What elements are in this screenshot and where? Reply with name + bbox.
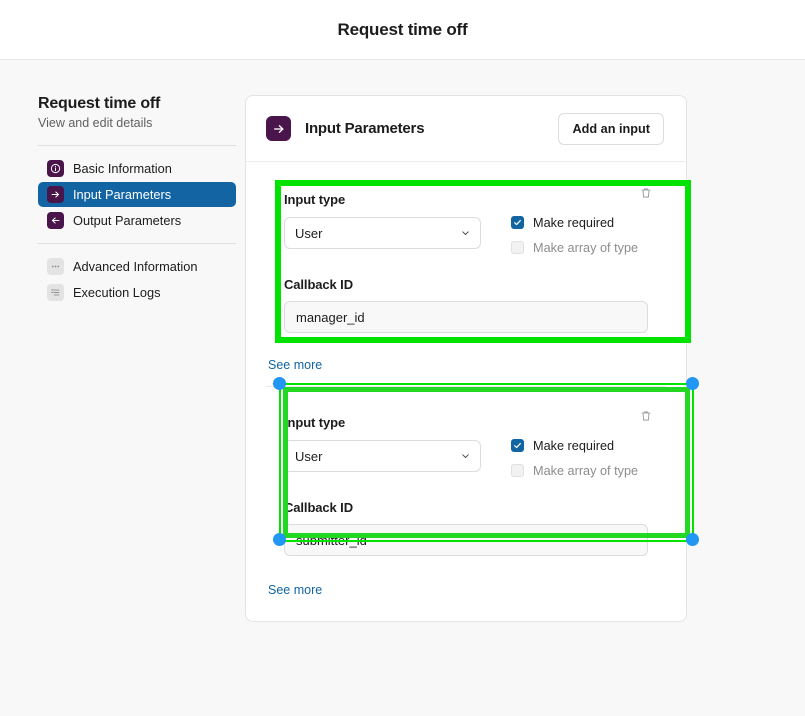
sidebar-item-output-parameters[interactable]: Output Parameters: [38, 208, 236, 233]
input-card-wrapper-1: Input type User Make required Make array…: [246, 162, 691, 351]
list-checks-icon: [47, 284, 64, 301]
info-circle-icon: [47, 160, 64, 177]
make-array-of-type-label: Make array of type: [533, 240, 639, 255]
callback-id-input[interactable]: [284, 524, 648, 556]
sidebar-item-label: Advanced Information: [73, 259, 198, 274]
ellipsis-icon: [47, 258, 64, 275]
see-more-link[interactable]: See more: [268, 358, 322, 372]
arrow-right-icon: [47, 186, 64, 203]
make-array-row: Make array of type: [511, 237, 648, 258]
sidebar-item-execution-logs[interactable]: Execution Logs: [38, 280, 236, 305]
input-card-top-row: Input type User Make required Make array…: [284, 415, 648, 481]
sidebar-item-basic-information[interactable]: Basic Information: [38, 156, 236, 181]
resize-handle-bottom-right[interactable]: [686, 533, 699, 546]
arrow-left-icon: [47, 212, 64, 229]
make-required-label: Make required: [533, 215, 615, 230]
sidebar-subtitle: View and edit details: [38, 116, 153, 130]
make-array-of-type-checkbox[interactable]: [511, 464, 524, 477]
input-options-group: Make required Make array of type: [489, 415, 648, 481]
make-required-checkbox[interactable]: [511, 216, 524, 229]
sidebar-item-label: Input Parameters: [73, 187, 172, 202]
app-header: Request time off: [0, 0, 805, 60]
add-an-input-button[interactable]: Add an input: [558, 112, 664, 145]
input-card: Input type User Make required Make array…: [266, 399, 666, 574]
input-type-selected-value: User: [295, 225, 323, 241]
sidebar-divider-top: [38, 145, 236, 146]
input-card-wrapper-2: Input type User Make required Make array…: [246, 377, 699, 574]
sidebar-nav-group-secondary: Advanced Information Execution Logs: [38, 254, 245, 305]
main-content: Input Parameters Add an input Input type…: [245, 60, 699, 622]
callback-id-label: Callback ID: [284, 277, 353, 292]
input-card: Input type User Make required Make array…: [266, 176, 666, 351]
panel-header: Input Parameters Add an input: [246, 96, 686, 162]
see-more-link[interactable]: See more: [268, 583, 322, 597]
resize-handle-bottom-left[interactable]: [273, 533, 286, 546]
sidebar-item-label: Basic Information: [73, 161, 172, 176]
arrow-right-icon: [266, 116, 291, 141]
chevron-down-icon: [460, 451, 471, 462]
make-required-label: Make required: [533, 438, 615, 453]
make-required-row: Make required: [511, 435, 648, 456]
sidebar-nav-group-primary: Basic Information Input Parameters Outpu…: [38, 156, 245, 233]
input-type-select[interactable]: User: [284, 440, 481, 472]
resize-handle-top-left[interactable]: [273, 377, 286, 390]
make-required-checkbox[interactable]: [511, 439, 524, 452]
input-type-group: Input type User: [284, 415, 489, 472]
page-title: Request time off: [337, 19, 468, 39]
chevron-down-icon: [460, 228, 471, 239]
callback-id-label: Callback ID: [284, 500, 353, 515]
input-type-group: Input type User: [284, 192, 489, 249]
input-type-selected-value: User: [295, 448, 323, 464]
callback-id-input[interactable]: [284, 301, 648, 333]
sidebar-divider-bottom: [38, 243, 236, 244]
resize-handle-top-right[interactable]: [686, 377, 699, 390]
sidebar-title: Request time off: [38, 95, 161, 112]
panel-body: Input type User Make required Make array…: [246, 162, 699, 621]
input-type-select[interactable]: User: [284, 217, 481, 249]
input-parameters-panel: Input Parameters Add an input Input type…: [245, 95, 699, 622]
trash-icon[interactable]: [640, 409, 652, 427]
input-options-group: Make required Make array of type: [489, 192, 648, 258]
sidebar-item-advanced-information[interactable]: Advanced Information: [38, 254, 236, 279]
sidebar-item-input-parameters[interactable]: Input Parameters: [38, 182, 236, 207]
make-array-of-type-label: Make array of type: [533, 463, 639, 478]
sidebar-item-label: Execution Logs: [73, 285, 161, 300]
trash-icon[interactable]: [640, 186, 652, 204]
make-array-row: Make array of type: [511, 460, 648, 481]
input-type-label: Input type: [284, 192, 346, 207]
make-required-row: Make required: [511, 212, 648, 233]
panel-title: Input Parameters: [305, 120, 425, 137]
page-body: Request time off View and edit details B…: [0, 60, 805, 716]
sidebar: Request time off View and edit details B…: [0, 60, 245, 305]
input-type-label: Input type: [284, 415, 346, 430]
input-card-top-row: Input type User Make required Make array…: [284, 192, 648, 258]
sidebar-item-label: Output Parameters: [73, 213, 182, 228]
make-array-of-type-checkbox[interactable]: [511, 241, 524, 254]
